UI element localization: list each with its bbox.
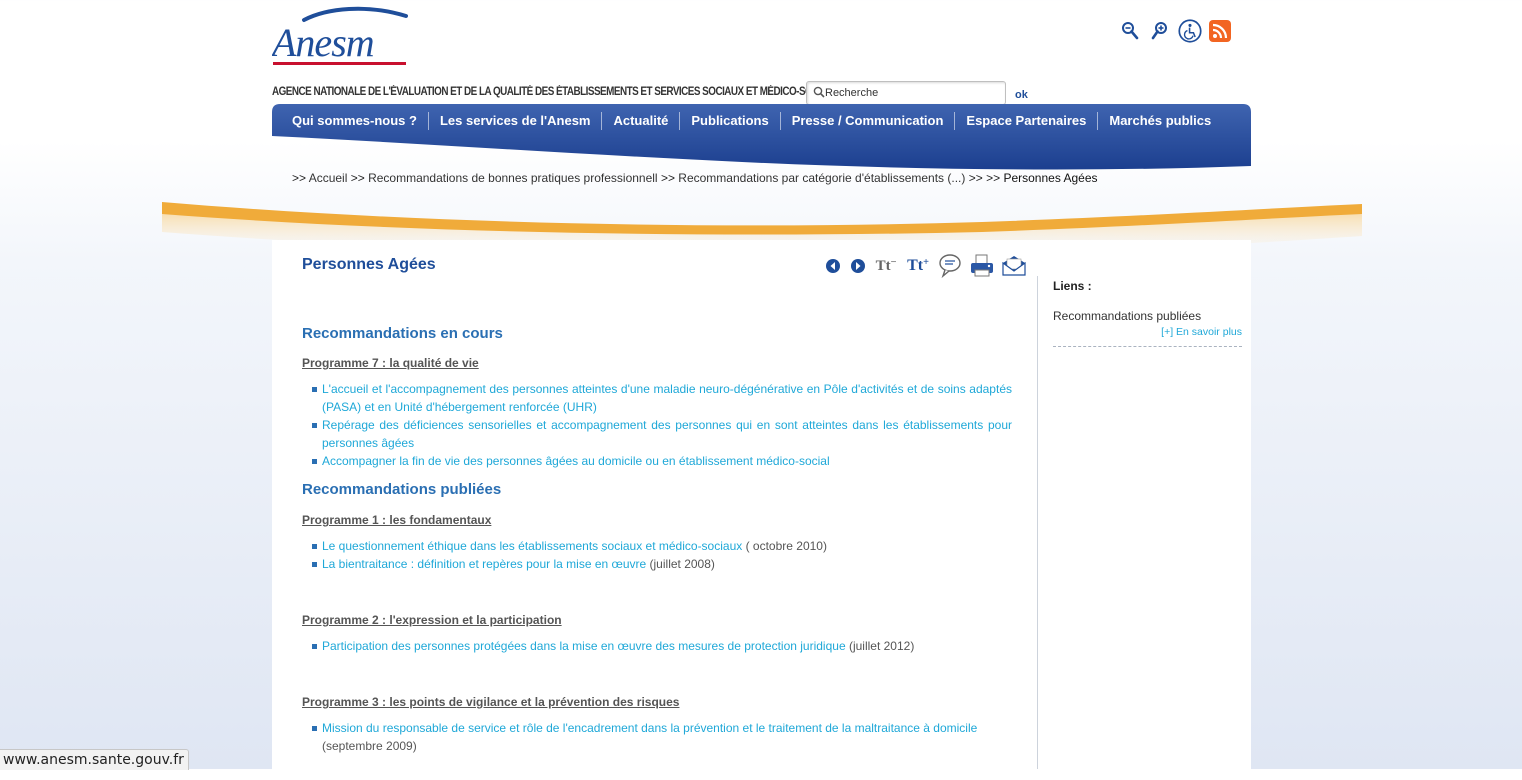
nav-item-publications[interactable]: Publications — [679, 112, 779, 130]
recommendation-link[interactable]: Le questionnement éthique dans les établ… — [322, 539, 742, 553]
breadcrumb-categorie[interactable]: Recommandations par catégorie d'établiss… — [678, 171, 965, 185]
breadcrumb-sep: >> — [968, 171, 983, 185]
search-box — [806, 81, 1006, 105]
breadcrumb-sep: >> — [350, 171, 365, 185]
section-title: Recommandations en cours — [302, 325, 503, 342]
main-content: Recommandations en cours Programme 7 : l… — [302, 325, 1012, 755]
section-title: Recommandations publiées — [302, 481, 502, 498]
rss-icon[interactable] — [1208, 16, 1232, 46]
recommendation-list: Mission du responsable de service et rôl… — [302, 719, 1012, 755]
comment-icon[interactable] — [937, 254, 963, 279]
increase-text-icon[interactable]: Tt + — [905, 254, 931, 278]
list-item: Accompagner la fin de vie des personnes … — [312, 452, 1012, 470]
recommendation-date: ( octobre 2010) — [742, 539, 827, 553]
recommendation-link[interactable]: Participation des personnes protégées da… — [322, 639, 846, 653]
print-icon[interactable] — [969, 254, 995, 278]
nav-item-presse[interactable]: Presse / Communication — [779, 112, 955, 130]
email-icon[interactable] — [1001, 254, 1027, 278]
main-nav: Qui sommes-nous ? Les services de l'Anes… — [272, 112, 1222, 130]
list-item: La bientraitance : définition et repères… — [312, 555, 1012, 573]
recommendation-link[interactable]: Mission du responsable de service et rôl… — [322, 721, 977, 735]
recommendation-link[interactable]: Accompagner la fin de vie des personnes … — [322, 454, 830, 468]
accessibility-icon[interactable] — [1178, 16, 1202, 46]
anesm-logo[interactable]: Anesm — [272, 6, 408, 70]
sidebar-divider — [1037, 276, 1038, 769]
nav-item-actualite[interactable]: Actualité — [601, 112, 679, 130]
zoom-in-icon[interactable] — [1148, 16, 1172, 46]
list-item: L'accueil et l'accompagnement des person… — [312, 380, 1012, 416]
programme-title[interactable]: Programme 3 : les points de vigilance et… — [302, 695, 1012, 709]
programme-title[interactable]: Programme 1 : les fondamentaux — [302, 513, 1012, 527]
sidebar-more-link[interactable]: [+] En savoir plus — [1053, 326, 1242, 338]
sidebar-item-recommandations: Recommandations publiées — [1053, 309, 1202, 323]
breadcrumb-sep: >> — [660, 171, 675, 185]
recommendation-link[interactable]: La bientraitance : définition et repères… — [322, 557, 646, 571]
page-tools: Tt − Tt + — [823, 254, 1027, 279]
recommendation-link[interactable]: L'accueil et l'accompagnement des person… — [322, 382, 1012, 414]
recommendation-list: L'accueil et l'accompagnement des person… — [302, 380, 1012, 470]
nav-item-marches-publics[interactable]: Marchés publics — [1097, 112, 1222, 130]
status-bar-url: www.anesm.sante.gouv.fr — [0, 749, 189, 770]
agency-name: AGENCE NATIONALE DE L'ÉVALUATION ET DE L… — [272, 86, 841, 98]
page-title: Personnes Agées — [302, 256, 436, 273]
recommendation-list: Participation des personnes protégées da… — [302, 637, 1012, 655]
nav-item-services[interactable]: Les services de l'Anesm — [427, 112, 602, 130]
breadcrumb-sep: >> — [292, 171, 307, 185]
search-input[interactable] — [825, 85, 1000, 101]
recommendation-date: (juillet 2012) — [845, 639, 915, 653]
breadcrumb-recommandations[interactable]: Recommandations de bonnes pratiques prof… — [368, 171, 658, 185]
search-icon — [813, 86, 825, 98]
next-icon[interactable] — [848, 254, 867, 278]
list-item: Repérage des déficiences sensorielles et… — [312, 416, 1012, 452]
list-item: Le questionnement éthique dans les établ… — [312, 537, 1012, 555]
logo-text: Anesm — [272, 20, 374, 65]
breadcrumb: >> Accueil >> Recommandations de bonnes … — [292, 171, 1098, 185]
recommendation-date: (juillet 2008) — [646, 557, 715, 571]
nav-item-qui-sommes-nous[interactable]: Qui sommes-nous ? — [272, 112, 428, 130]
breadcrumb-sep: >> — [986, 171, 1001, 185]
recommendation-link[interactable]: Repérage des déficiences sensorielles et… — [322, 418, 1012, 450]
zoom-out-icon[interactable] — [1118, 16, 1142, 46]
recommendation-list: Le questionnement éthique dans les établ… — [302, 537, 1012, 573]
list-item: Participation des personnes protégées da… — [312, 637, 1012, 655]
search-ok-button[interactable]: ok — [1015, 89, 1028, 101]
list-item: Mission du responsable de service et rôl… — [312, 719, 1012, 755]
breadcrumb-current: Personnes Agées — [1003, 171, 1098, 185]
nav-item-partenaires[interactable]: Espace Partenaires — [954, 112, 1097, 130]
sidebar-separator — [1053, 346, 1242, 347]
header-tools — [1118, 16, 1232, 46]
decrease-text-icon[interactable]: Tt − — [873, 254, 899, 278]
recommendation-date: (septembre 2009) — [322, 739, 417, 753]
sidebar-title: Liens : — [1053, 279, 1092, 293]
programme-title[interactable]: Programme 2 : l'expression et la partici… — [302, 613, 1012, 627]
previous-icon[interactable] — [823, 254, 842, 278]
programme-title[interactable]: Programme 7 : la qualité de vie — [302, 356, 1012, 370]
breadcrumb-accueil[interactable]: Accueil — [309, 171, 348, 185]
